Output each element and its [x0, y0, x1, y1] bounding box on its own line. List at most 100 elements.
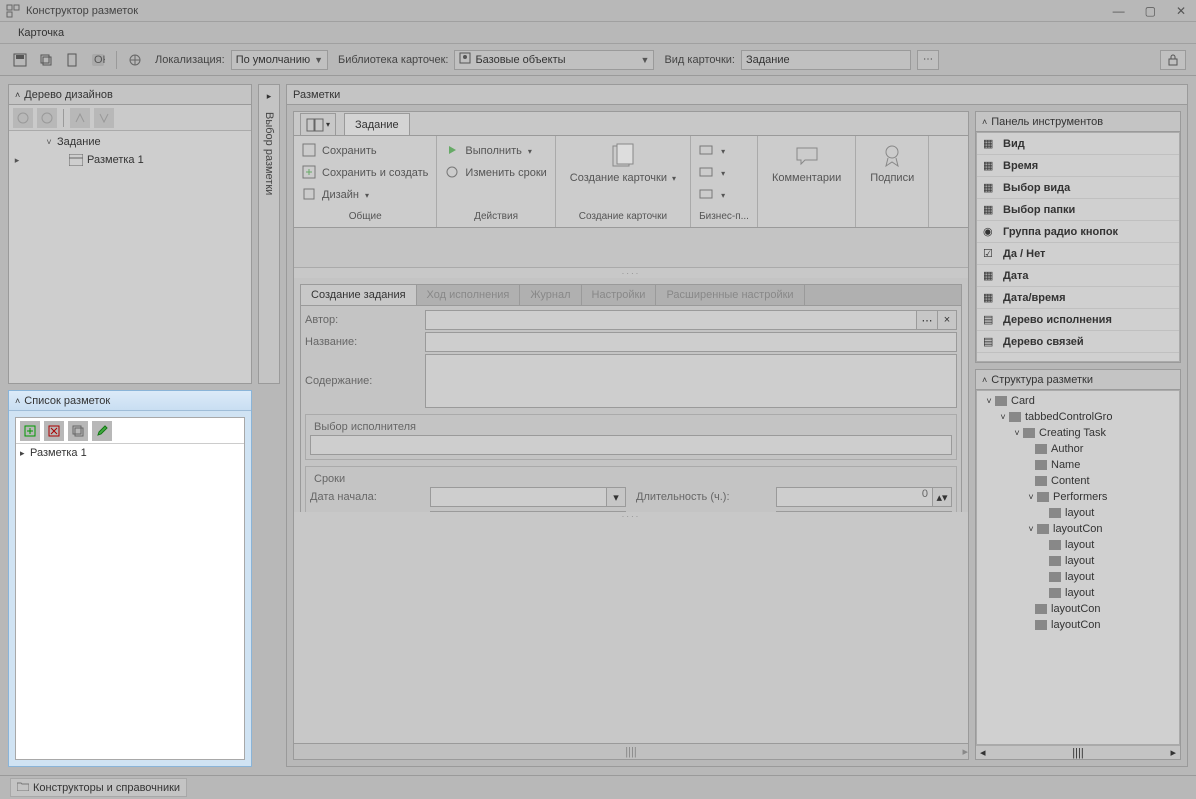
content-textarea[interactable] — [425, 354, 957, 408]
design-tree-panel: ˄ Дерево дизайнов ˅ Задание — [8, 84, 252, 384]
tab-progress[interactable]: Ход исполнения — [417, 285, 521, 305]
tree-node-layout3[interactable]: layout — [979, 553, 1177, 569]
ribbon-group-actions: Выполнить▾ Изменить сроки Действия — [437, 136, 555, 227]
localization-select[interactable]: По умолчанию ▼ — [231, 50, 328, 70]
tool-2-icon[interactable] — [37, 108, 57, 128]
layouts-list-panel: ˄ Список разметок ▸ Разметка 1 — [8, 390, 252, 767]
card-type-select[interactable]: Задание — [741, 50, 911, 70]
globe-icon[interactable] — [125, 50, 145, 70]
tree-node-layout2[interactable]: layout — [979, 537, 1177, 553]
ribbon-execute[interactable]: Выполнить▾ — [445, 140, 546, 162]
tree-row-root[interactable]: ˅ Задание — [11, 133, 249, 151]
copy-icon[interactable] — [36, 50, 56, 70]
ribbon-change-dates[interactable]: Изменить сроки — [445, 162, 546, 184]
tool-item[interactable]: ☑Да / Нет — [977, 243, 1179, 265]
ribbon-bp-3[interactable]: ▾ — [699, 184, 725, 206]
card-library-select[interactable]: Базовые объекты ▼ — [454, 50, 654, 70]
tree-node-layoutcon3[interactable]: layoutCon — [979, 617, 1177, 633]
tree-node-card[interactable]: ˅Card — [979, 393, 1177, 409]
tab-create-task[interactable]: Создание задания — [301, 285, 417, 305]
close-button[interactable]: ✕ — [1172, 4, 1190, 18]
ribbon-bp-1[interactable]: ▾ — [699, 140, 725, 162]
ribbon-signatures[interactable]: Подписи — [864, 140, 920, 186]
structure-header[interactable]: ˄ Структура разметки — [976, 370, 1180, 390]
toolbox-header[interactable]: ˄ Панель инструментов — [976, 112, 1180, 132]
collapse-icon: ˄ — [982, 117, 987, 127]
page-icon[interactable] — [62, 50, 82, 70]
date-start-field[interactable] — [430, 487, 607, 507]
delete-layout-icon[interactable] — [44, 421, 64, 441]
duration-spinner[interactable]: ▴▾ — [932, 487, 952, 507]
ok-icon[interactable]: OK — [88, 50, 108, 70]
date-start-dropdown[interactable]: ▾ — [606, 487, 626, 507]
row-indicator-icon: ▸ — [20, 448, 30, 459]
author-clear-button[interactable]: × — [937, 310, 957, 330]
tree-node-layoutcon1[interactable]: ˅layoutCon — [979, 521, 1177, 537]
tab-ext-settings[interactable]: Расширенные настройки — [656, 285, 804, 305]
ribbon-app-button[interactable]: ▾ — [300, 113, 336, 135]
tree-node-author[interactable]: Author — [979, 441, 1177, 457]
structure-hscroll[interactable]: ◂||||▸ — [976, 745, 1180, 759]
tool-item[interactable]: ▦Дата/время — [977, 287, 1179, 309]
ribbon-tab-task[interactable]: Задание — [344, 113, 410, 135]
tool-item[interactable]: ▤Дерево связей — [977, 331, 1179, 353]
author-lookup-button[interactable]: ⋯ — [916, 310, 938, 330]
ribbon-bp-2[interactable]: ▾ — [699, 162, 725, 184]
tool-item[interactable]: ▤Дерево исполнения — [977, 309, 1179, 331]
minimize-button[interactable]: — — [1109, 4, 1129, 18]
tab-journal[interactable]: Журнал — [520, 285, 581, 305]
name-input[interactable] — [425, 332, 957, 352]
tree-node-creating[interactable]: ˅Creating Task — [979, 425, 1177, 441]
tree-node-tabs[interactable]: ˅tabbedControlGro — [979, 409, 1177, 425]
copy-layout-icon[interactable] — [68, 421, 88, 441]
tree-node-layout4[interactable]: layout — [979, 569, 1177, 585]
choose-layout-collapsed[interactable]: ▸ Выбор разметки — [258, 84, 280, 384]
tool-item[interactable]: ▦Дата — [977, 265, 1179, 287]
tree-row-child[interactable]: ▸ Разметка 1 — [11, 151, 249, 169]
edit-layout-icon[interactable] — [92, 421, 112, 441]
performer-groupbox: Выбор исполнителя — [305, 414, 957, 460]
tool-item[interactable]: ▦Вид — [977, 133, 1179, 155]
design-tree-header[interactable]: ˄ Дерево дизайнов — [9, 85, 251, 105]
tree-node-content[interactable]: Content — [979, 473, 1177, 489]
splitter-h-2[interactable]: ···· — [294, 512, 968, 522]
tree-node-performers[interactable]: ˅Performers — [979, 489, 1177, 505]
tab-settings[interactable]: Настройки — [582, 285, 657, 305]
tool-item[interactable]: ▦Выбор папки — [977, 199, 1179, 221]
constructors-button[interactable]: Конструкторы и справочники — [10, 778, 187, 797]
save-icon[interactable] — [10, 50, 30, 70]
layouts-list-header[interactable]: ˄ Список разметок — [9, 391, 251, 411]
lock-button[interactable] — [1160, 50, 1186, 70]
ribbon-save[interactable]: Сохранить — [302, 140, 428, 162]
author-label: Автор: — [305, 314, 425, 326]
duration-label: Длительность (ч.): — [636, 491, 776, 503]
tree-node-layout[interactable]: layout — [979, 505, 1177, 521]
tool-item[interactable]: ◉Группа радио кнопок — [977, 221, 1179, 243]
statusbar: Конструкторы и справочники — [0, 775, 1196, 799]
add-layout-icon[interactable] — [20, 421, 40, 441]
tool-item[interactable]: ▦Выбор вида — [977, 177, 1179, 199]
expand-icon[interactable]: ˅ — [41, 137, 57, 147]
tree-node-layout5[interactable]: layout — [979, 585, 1177, 601]
ribbon-create-card[interactable]: Создание карточки ▾ — [564, 140, 682, 187]
tree-node-name[interactable]: Name — [979, 457, 1177, 473]
author-field[interactable] — [425, 310, 917, 330]
folder-icon — [17, 781, 29, 794]
performer-input[interactable] — [310, 435, 952, 455]
horizontal-scrollbar[interactable]: |||| ▸ — [294, 743, 968, 759]
ribbon-comments[interactable]: Комментарии — [766, 140, 847, 186]
menu-card[interactable]: Карточка — [10, 25, 72, 41]
maximize-button[interactable]: ▢ — [1141, 4, 1160, 18]
ribbon-save-create[interactable]: Сохранить и создать — [302, 162, 428, 184]
tree-node-layoutcon2[interactable]: layoutCon — [979, 601, 1177, 617]
card-type-more-button[interactable]: ⋯ — [917, 50, 939, 70]
splitter-h-1[interactable]: ···· — [294, 268, 968, 278]
list-item[interactable]: ▸ Разметка 1 — [16, 444, 244, 462]
tool-1-icon[interactable] — [13, 108, 33, 128]
tool-item[interactable]: ▦Время — [977, 155, 1179, 177]
ribbon-design[interactable]: Дизайн▾ — [302, 184, 428, 206]
collapse-icon: ˄ — [982, 375, 987, 385]
duration-field[interactable]: 0 — [776, 487, 933, 507]
tool-3-icon[interactable] — [70, 108, 90, 128]
tool-4-icon[interactable] — [94, 108, 114, 128]
